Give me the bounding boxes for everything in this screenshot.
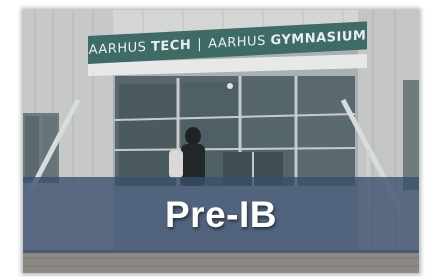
sign-separator: | [197, 36, 203, 52]
sign-left-bold: TECH [151, 37, 192, 55]
sign-right-bold: GYMNASIUM [270, 27, 367, 48]
title-banner[interactable]: Pre-IB [23, 177, 419, 253]
sign-right-word: AARHUS [208, 33, 266, 52]
sign-left-word: AARHUS [88, 39, 147, 58]
program-title: Pre-IB [165, 194, 277, 235]
program-card[interactable]: AARHUS TECH | AARHUS GYMNASIUM Pre-IB [23, 10, 419, 273]
